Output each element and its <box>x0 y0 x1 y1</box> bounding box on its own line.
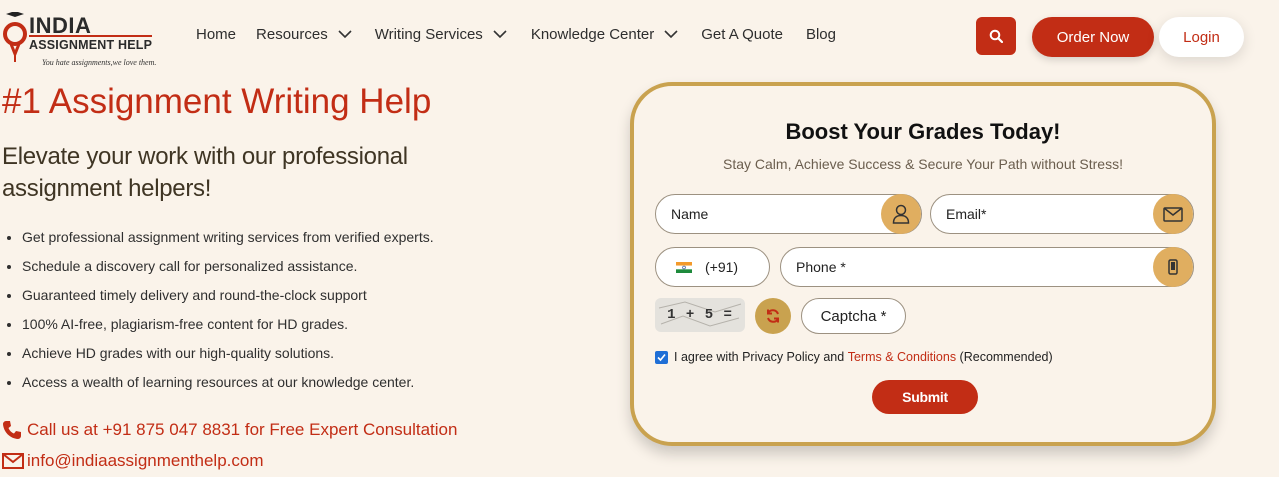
nav-home[interactable]: Home <box>196 26 236 43</box>
logo-bulb-icon <box>3 12 27 62</box>
nav-home-label: Home <box>196 25 237 43</box>
country-code-value: (+91) <box>705 259 739 275</box>
captcha-image: 1 + 5 = <box>655 298 745 332</box>
search-icon <box>989 29 1003 43</box>
phone-field[interactable]: Phone * <box>780 247 1194 287</box>
chevron-down-icon <box>664 29 678 38</box>
country-code-select[interactable]: (+91) <box>655 247 770 287</box>
agree-prefix: I agree with Privacy Policy and <box>674 350 848 364</box>
terms-link[interactable]: Terms & Conditions <box>848 350 956 364</box>
name-field-placeholder: Name <box>671 206 709 222</box>
agree-row: I agree with Privacy Policy and Terms & … <box>655 350 1053 364</box>
email-field-placeholder: Email* <box>946 206 987 222</box>
form-title: Boost Your Grades Today! <box>785 119 1061 144</box>
email-link-text: info@indiaassignmenthelp.com <box>27 451 264 470</box>
captcha-refresh-button[interactable] <box>755 298 791 334</box>
nav-blog[interactable]: Blog <box>806 26 836 43</box>
nav-blog-label: Blog <box>805 25 836 43</box>
hero-title: #1 Assignment Writing Help <box>2 82 432 121</box>
nav-knowledge-center-label: Knowledge Center <box>530 25 655 43</box>
mail-icon <box>2 451 24 471</box>
phone-field-placeholder: Phone * <box>796 259 846 275</box>
nav-resources-label: Resources <box>256 25 328 43</box>
email-link[interactable]: info@indiaassignmenthelp.com <box>2 451 264 471</box>
email-field[interactable]: Email* <box>930 194 1194 234</box>
form-subtitle: Stay Calm, Achieve Success & Secure Your… <box>723 156 1123 172</box>
list-item: Schedule a discovery call for personaliz… <box>22 257 434 286</box>
order-now-button[interactable]: Order Now <box>1032 17 1154 57</box>
checkmark-icon <box>657 353 666 361</box>
user-icon <box>881 194 921 234</box>
list-item: Get professional assignment writing serv… <box>22 228 434 257</box>
nav-knowledge-center[interactable]: Knowledge Center <box>531 26 678 43</box>
agree-suffix: (Recommended) <box>956 350 1053 364</box>
site-logo[interactable]: INDIA ASSIGNMENT HELP You hate assignmen… <box>2 8 177 70</box>
logo-line2: ASSIGNMENT HELP <box>29 35 153 52</box>
list-item: 100% AI-free, plagiarism-free content fo… <box>22 315 434 344</box>
name-field[interactable]: Name <box>655 194 922 234</box>
mail-icon <box>1153 194 1193 234</box>
submit-button[interactable]: Submit <box>872 380 978 414</box>
chevron-down-icon <box>338 29 352 38</box>
agree-checkbox[interactable] <box>655 350 668 364</box>
list-item: Guaranteed timely delivery and round-the… <box>22 286 434 315</box>
nav-get-quote[interactable]: Get A Quote <box>701 26 783 43</box>
list-item: Achieve HD grades with our high-quality … <box>22 344 434 373</box>
captcha-input[interactable]: Captcha * <box>801 298 906 334</box>
captcha-text: 1 + 5 = <box>667 307 733 323</box>
quote-form-card: Boost Your Grades Today! Stay Calm, Achi… <box>630 82 1216 446</box>
search-button[interactable] <box>976 17 1016 55</box>
nav-writing-services[interactable]: Writing Services <box>375 26 507 43</box>
nav-resources[interactable]: Resources <box>256 26 352 43</box>
phone-link[interactable]: Call us at +91 875 047 8831 for Free Exp… <box>2 420 457 440</box>
captcha-input-placeholder: Captcha * <box>820 307 887 325</box>
main-nav: Home Resources Writing Services Knowledg… <box>196 24 836 44</box>
feature-list: Get professional assignment writing serv… <box>22 228 434 402</box>
mobile-icon <box>1153 247 1193 287</box>
refresh-icon <box>767 309 779 323</box>
list-item: Access a wealth of learning resources at… <box>22 373 434 402</box>
india-flag-icon <box>676 261 692 273</box>
phone-link-text: Call us at +91 875 047 8831 for Free Exp… <box>27 420 458 439</box>
phone-icon <box>2 420 24 440</box>
nav-get-quote-label: Get A Quote <box>701 25 783 43</box>
logo-tagline: You hate assignments,we love them. <box>42 58 157 67</box>
chevron-down-icon <box>493 29 507 38</box>
hero-subtitle: Elevate your work with our professional … <box>2 143 408 202</box>
login-button[interactable]: Login <box>1159 17 1244 57</box>
nav-writing-services-label: Writing Services <box>374 25 483 43</box>
